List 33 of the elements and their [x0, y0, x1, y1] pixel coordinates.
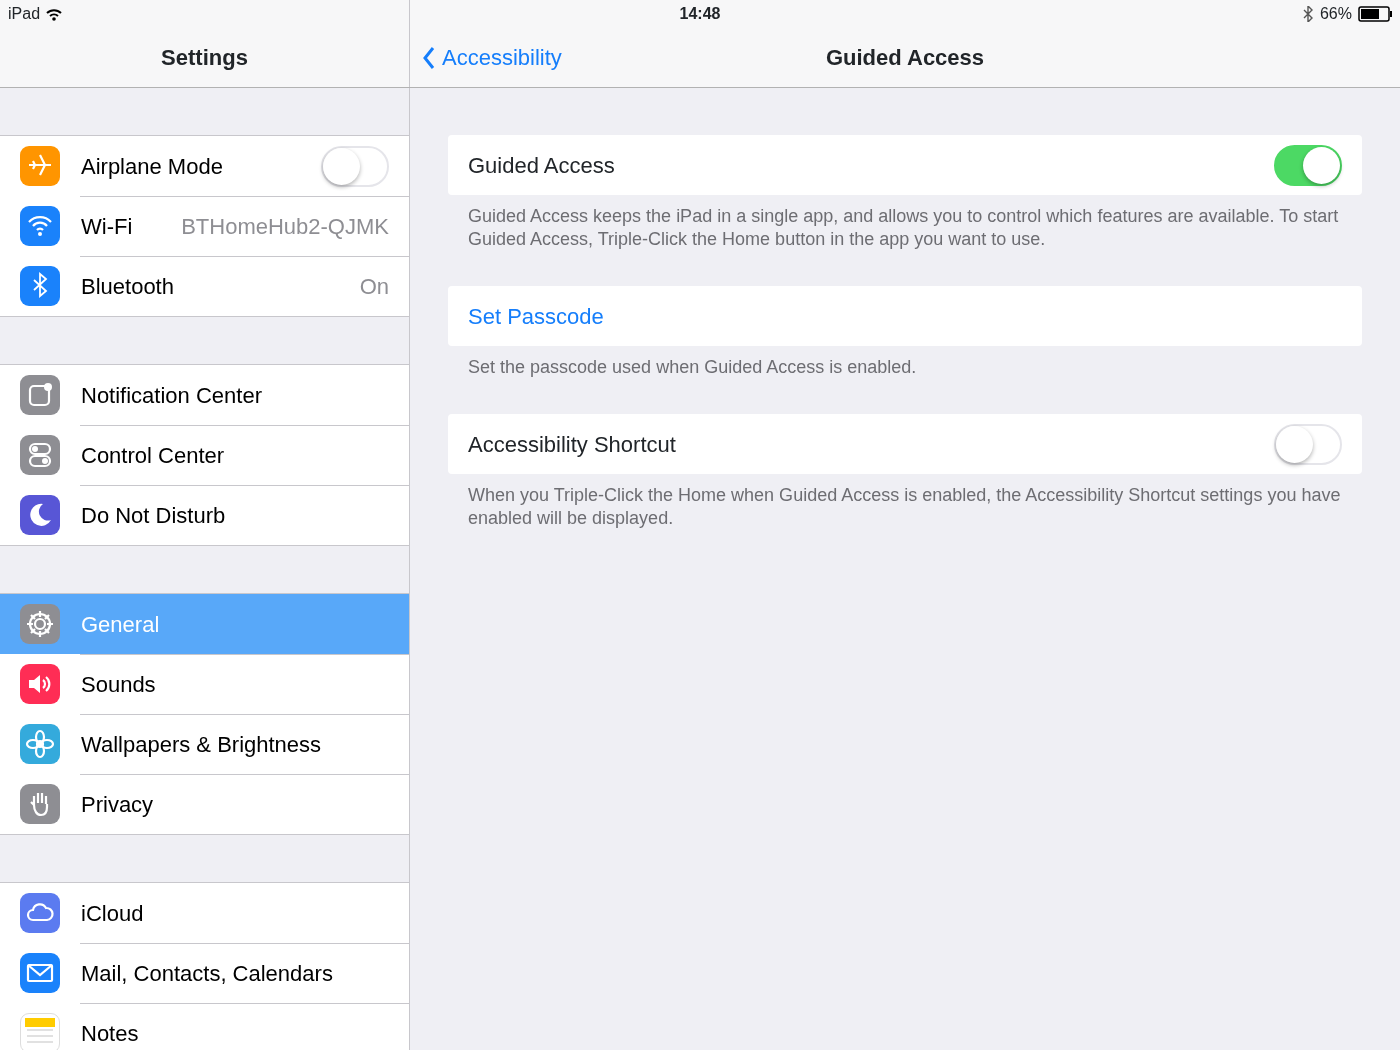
toggle-switch[interactable]	[1274, 144, 1342, 186]
item-label: Notes	[81, 1019, 139, 1048]
item-value: BTHomeHub2-QJMK	[181, 212, 389, 241]
item-label: Bluetooth	[81, 272, 174, 301]
item-label: Wi-Fi	[81, 212, 133, 241]
wifi-icon	[46, 7, 63, 21]
chevron-left-icon	[422, 45, 436, 70]
item-label: General	[81, 610, 160, 639]
footer-text: When you Triple-Click the Home when Guided Access is enabled, the Accessibility Shortcut settings you have enabled will be displayed.	[467, 484, 1342, 530]
page-title: Guided Access	[825, 44, 985, 72]
sidebar-title: Settings	[0, 28, 410, 87]
item-label: Notification Center	[81, 381, 262, 410]
battery-icon	[1358, 6, 1392, 22]
item-label: Airplane Mode	[81, 152, 223, 181]
item-label: Do Not Disturb	[81, 501, 226, 530]
cell-label: Accessibility Shortcut	[468, 430, 676, 459]
item-label: Privacy	[81, 790, 154, 819]
item-label: Sounds	[81, 670, 156, 699]
item-label: iCloud	[81, 899, 144, 928]
footer-text: Set the passcode used when Guided Access is enabled.	[467, 356, 918, 379]
item-label: Wallpapers & Brightness	[81, 730, 322, 759]
status-time: 14:48	[679, 4, 721, 24]
bluetooth-icon	[1301, 6, 1314, 22]
notepad-icon	[20, 1013, 60, 1050]
item-value: On	[359, 272, 389, 301]
cell-label: Guided Access	[468, 151, 615, 180]
back-button[interactable]: Accessibility	[422, 41, 562, 74]
item-label: Control Center	[81, 441, 225, 470]
set-passcode-link[interactable]: Set Passcode	[448, 286, 1362, 346]
device-name: iPad	[8, 4, 41, 24]
item-label: Mail, Contacts, Calendars	[81, 959, 333, 988]
battery-percent: 66%	[1319, 4, 1352, 24]
footer-text: Guided Access keeps the iPad in a single app, and allows you to control which features are available. To start Guided Access, Triple-Click the Home button in the app you want to use.	[467, 205, 1340, 251]
